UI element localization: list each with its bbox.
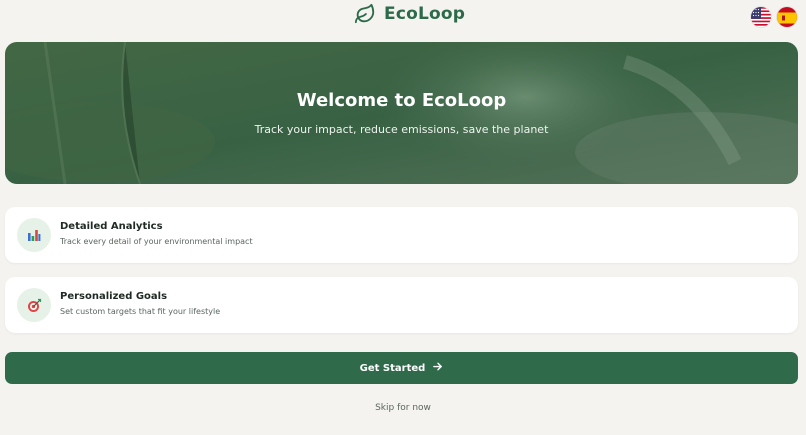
feature-card-analytics: Detailed Analytics Track every detail of… <box>5 207 798 263</box>
feature-description: Set custom targets that fit your lifesty… <box>60 307 221 316</box>
feature-card-goals: Personalized Goals Set custom targets th… <box>5 277 798 333</box>
hero-subtitle: Track your impact, reduce emissions, sav… <box>254 123 549 136</box>
arrow-right-icon <box>432 361 443 375</box>
hero-title: Welcome to EcoLoop <box>296 90 507 111</box>
hero-background-image <box>5 42 798 184</box>
leaf-icon <box>354 3 376 25</box>
us-flag-icon[interactable] <box>750 6 772 28</box>
brand-name: EcoLoop <box>384 4 466 24</box>
get-started-label: Get Started <box>359 362 426 374</box>
app-header: EcoLoop <box>0 0 806 32</box>
feature-title: Personalized Goals <box>60 291 168 302</box>
target-icon <box>17 288 51 322</box>
feature-title: Detailed Analytics <box>60 221 163 232</box>
get-started-button[interactable]: Get Started <box>5 352 798 384</box>
bar-chart-icon <box>17 218 51 252</box>
spain-flag-icon[interactable] <box>776 6 798 28</box>
language-switcher <box>750 6 798 28</box>
hero-banner: Welcome to EcoLoop Track your impact, re… <box>5 42 798 184</box>
skip-link[interactable]: Skip for now <box>0 403 806 413</box>
brand: EcoLoop <box>354 2 465 26</box>
feature-description: Track every detail of your environmental… <box>60 237 253 246</box>
